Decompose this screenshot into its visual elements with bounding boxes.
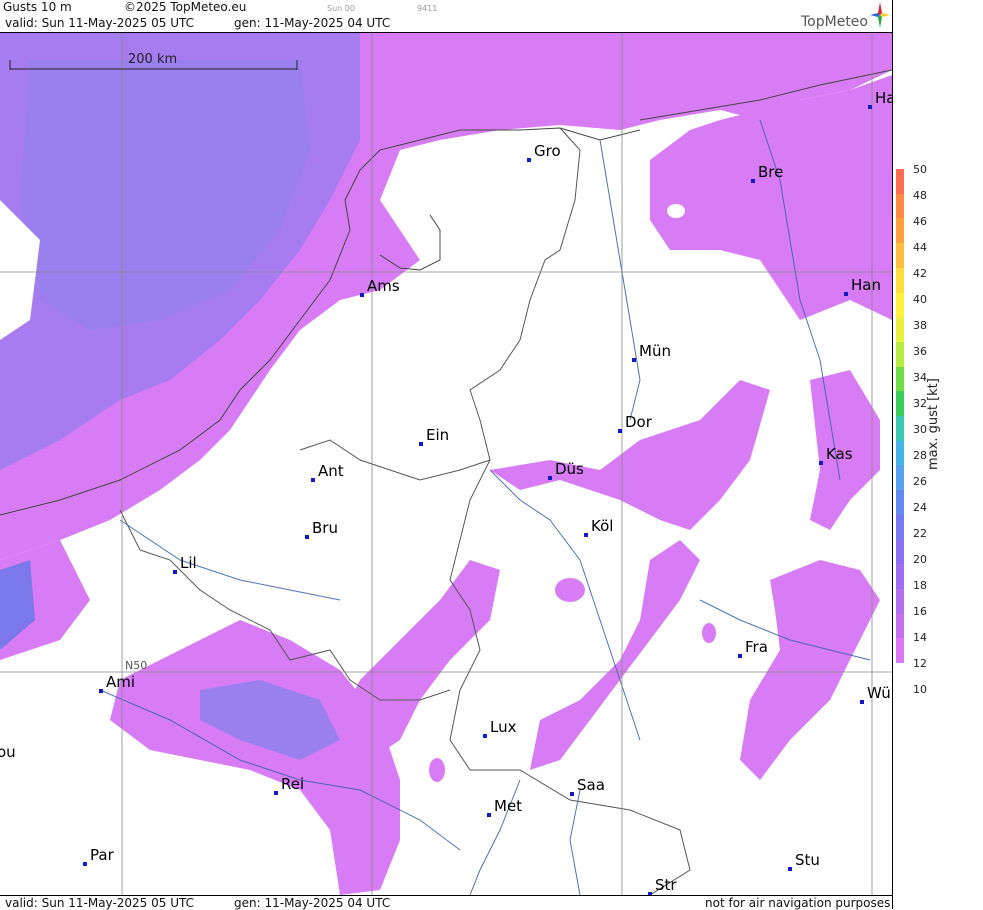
legend-color-step (896, 588, 904, 615)
legend-tick-label: 44 (913, 241, 927, 254)
footer-valid-time: valid: Sun 11-May-2025 05 UTC (5, 896, 194, 910)
compass-icon (870, 2, 890, 28)
city-marker[interactable]: Str (648, 876, 677, 895)
city-marker[interactable]: Ams (360, 277, 400, 297)
legend-tick-label: 46 (913, 215, 927, 228)
legend-tick-label: 32 (913, 397, 927, 410)
legend-color-step (896, 440, 904, 466)
footer-gen-time: gen: 11-May-2025 04 UTC (234, 896, 391, 910)
legend-color-step (896, 193, 904, 219)
city-marker[interactable]: Ami (99, 673, 135, 693)
legend-tick-label: 16 (913, 605, 927, 618)
map-header: Gusts 10 m ©2025 TopMeteo.eu Sun 00 9411… (0, 0, 892, 33)
legend-tick-label: 42 (913, 267, 927, 280)
map-footer: valid: Sun 11-May-2025 05 UTC gen: 11-Ma… (0, 895, 892, 910)
legend-tick-label: 14 (913, 631, 927, 644)
legend-color-step (896, 169, 904, 195)
legend-color-step (896, 267, 904, 293)
legend-color-step (896, 465, 904, 491)
legend-tick-label: 48 (913, 189, 927, 202)
legend-tick-label: 30 (913, 423, 927, 436)
city-marker[interactable]: Ant (311, 462, 344, 482)
map-title: Gusts 10 m (3, 0, 72, 14)
city-marker[interactable]: Ein (419, 426, 449, 446)
city-marker[interactable]: Han (844, 276, 881, 296)
legend-tick-label: 38 (913, 319, 927, 332)
latitude-label: N50 (125, 659, 148, 672)
scale-bar-label: 200 km (128, 52, 178, 67)
legend-color-step (896, 317, 904, 343)
legend-color-step (896, 564, 904, 590)
legend-tick-label: 18 (913, 579, 927, 592)
legend-color-step (896, 539, 904, 565)
city-marker[interactable]: Saa (570, 776, 605, 796)
city-marker[interactable]: Bre (751, 163, 783, 183)
legend-tick-label: 12 (913, 657, 927, 670)
city-marker[interactable]: Lil (173, 554, 197, 574)
legend-color-step (896, 218, 904, 244)
legend-tick-label: 50 (913, 163, 927, 176)
legend-color-step (896, 416, 904, 442)
valid-time: valid: Sun 11-May-2025 05 UTC (5, 16, 194, 30)
city-marker[interactable]: Wü (860, 684, 891, 704)
gust-map[interactable]: 200 km N50 Gro Bre Ha Ams Han Mün Ein Do… (0, 33, 892, 895)
run-label: Sun 00 (327, 4, 355, 13)
gen-time: gen: 11-May-2025 04 UTC (234, 16, 391, 30)
id-label: 9411 (417, 4, 438, 13)
legend-color-step (896, 292, 904, 318)
legend-tick-label: 34 (913, 371, 927, 384)
city-marker[interactable]: Düs (548, 460, 584, 480)
city-marker[interactable]: Mün (632, 342, 671, 362)
city-marker[interactable]: Fra (738, 638, 768, 658)
legend-axis-label: max. gust [kt] (926, 378, 941, 470)
legend-color-step (896, 638, 904, 664)
legend-color-step (896, 366, 904, 392)
legend-color-step (896, 514, 904, 540)
city-marker[interactable]: ou (0, 743, 16, 761)
legend-color-step (896, 490, 904, 516)
legend-tick-label: 20 (913, 553, 927, 566)
city-marker[interactable]: Rei (274, 775, 304, 795)
city-marker[interactable]: Stu (788, 851, 820, 871)
copyright: ©2025 TopMeteo.eu (124, 0, 247, 14)
city-marker[interactable]: Met (487, 797, 522, 817)
legend-color-bar (896, 169, 904, 664)
legend-tick-label: 10 (913, 683, 927, 696)
city-marker[interactable]: Lux (483, 718, 516, 738)
legend-color-step (896, 613, 904, 639)
legend-tick-label: 22 (913, 527, 927, 540)
legend-tick-label: 26 (913, 475, 927, 488)
city-marker[interactable]: Kas (819, 445, 853, 465)
city-marker[interactable]: Gro (527, 142, 561, 162)
disclaimer: not for air navigation purposes (705, 896, 891, 910)
legend-tick-label: 28 (913, 449, 927, 462)
legend-tick-label: 24 (913, 501, 927, 514)
city-marker[interactable]: Dor (618, 413, 652, 433)
city-marker[interactable]: Köl (584, 517, 613, 537)
legend-color-step (896, 391, 904, 417)
city-marker[interactable]: Par (83, 846, 114, 866)
brand-name: TopMeteo (801, 14, 868, 30)
legend-color-step (896, 341, 904, 368)
city-marker[interactable]: Ha (868, 89, 892, 109)
legend-tick-label: 40 (913, 293, 927, 306)
legend-tick-label: 36 (913, 345, 927, 358)
legend-color-step (896, 243, 904, 269)
city-marker[interactable]: Bru (305, 519, 338, 539)
